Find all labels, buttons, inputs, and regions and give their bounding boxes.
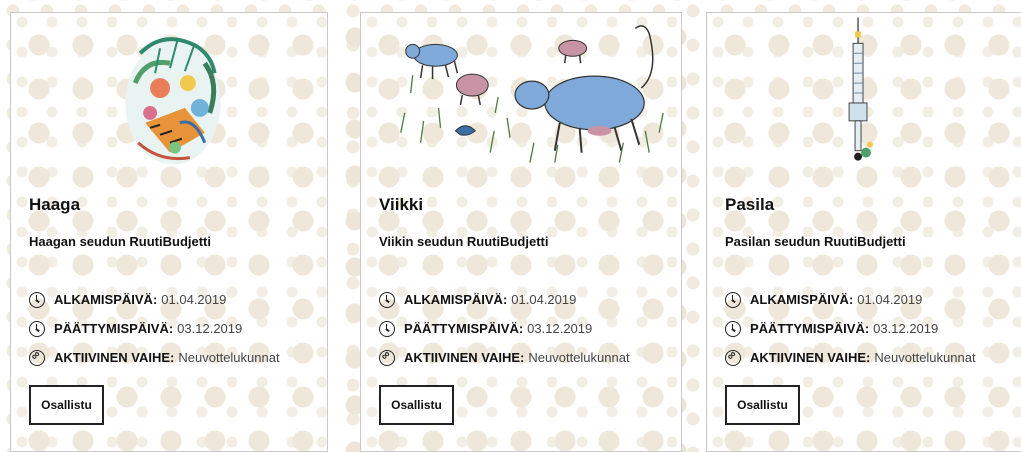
jungle-tiger-illustration xyxy=(125,37,221,165)
project-card-pasila[interactable]: Pasila Pasilan seudun RuutiBudjetti ALKA… xyxy=(706,12,1021,452)
start-date-value: 01.04.2019 xyxy=(511,292,577,307)
start-date-row: ALKAMISPÄIVÄ: 01.04.2019 xyxy=(725,285,976,314)
phase-row: AKTIIVINEN VAIHE: Neuvottelukunnat xyxy=(725,343,976,372)
phase-row: AKTIIVINEN VAIHE: Neuvottelukunnat xyxy=(29,343,280,372)
clock-icon xyxy=(725,291,741,308)
start-date-label: ALKAMISPÄIVÄ: xyxy=(404,292,508,307)
phase-value: Neuvottelukunnat xyxy=(528,350,630,365)
end-date-value: 03.12.2019 xyxy=(527,321,593,336)
start-date-label: ALKAMISPÄIVÄ: xyxy=(750,292,854,307)
card-meta: ALKAMISPÄIVÄ: 01.04.2019 PÄÄTTYMISPÄIVÄ:… xyxy=(725,285,976,372)
start-date-row: ALKAMISPÄIVÄ: 01.04.2019 xyxy=(29,285,280,314)
tv-tower-illustration xyxy=(848,17,873,161)
start-date-row: ALKAMISPÄIVÄ: 01.04.2019 xyxy=(379,285,630,314)
card-title: Haaga xyxy=(29,195,81,214)
card-subtitle: Haagan seudun RuutiBudjetti xyxy=(29,234,211,249)
end-date-value: 03.12.2019 xyxy=(177,321,243,336)
card-subtitle: Pasilan seudun RuutiBudjetti xyxy=(725,234,906,249)
phase-value: Neuvottelukunnat xyxy=(874,350,976,365)
project-card-haaga[interactable]: Haaga Haagan seudun RuutiBudjetti ALKAMI… xyxy=(10,12,328,452)
start-date-value: 01.04.2019 xyxy=(857,292,923,307)
end-date-value: 03.12.2019 xyxy=(873,321,939,336)
end-date-label: PÄÄTTYMISPÄIVÄ: xyxy=(404,321,524,336)
clock-icon xyxy=(725,320,741,337)
start-date-label: ALKAMISPÄIVÄ: xyxy=(54,292,158,307)
card-meta: ALKAMISPÄIVÄ: 01.04.2019 PÄÄTTYMISPÄIVÄ:… xyxy=(379,285,630,372)
clock-icon xyxy=(29,291,45,308)
clock-icon xyxy=(379,320,395,337)
clock-icon xyxy=(29,320,45,337)
link-icon xyxy=(29,349,45,366)
phase-value: Neuvottelukunnat xyxy=(178,350,280,365)
link-icon xyxy=(725,349,741,366)
phase-label: AKTIIVINEN VAIHE: xyxy=(750,350,871,365)
project-card-viikki[interactable]: Viikki Viikin seudun RuutiBudjetti ALKAM… xyxy=(360,12,682,452)
end-date-row: PÄÄTTYMISPÄIVÄ: 03.12.2019 xyxy=(29,314,280,343)
phase-row: AKTIIVINEN VAIHE: Neuvottelukunnat xyxy=(379,343,630,372)
participate-button[interactable]: Osallistu xyxy=(29,385,104,425)
cows-field-illustration xyxy=(400,25,664,163)
phase-label: AKTIIVINEN VAIHE: xyxy=(404,350,525,365)
card-title: Pasila xyxy=(725,195,775,214)
card-meta: ALKAMISPÄIVÄ: 01.04.2019 PÄÄTTYMISPÄIVÄ:… xyxy=(29,285,280,372)
clock-icon xyxy=(379,291,395,308)
start-date-value: 01.04.2019 xyxy=(161,292,227,307)
participate-button[interactable]: Osallistu xyxy=(725,385,800,425)
card-title: Viikki xyxy=(379,195,424,214)
participate-button[interactable]: Osallistu xyxy=(379,385,454,425)
end-date-label: PÄÄTTYMISPÄIVÄ: xyxy=(750,321,870,336)
end-date-row: PÄÄTTYMISPÄIVÄ: 03.12.2019 xyxy=(379,314,630,343)
phase-label: AKTIIVINEN VAIHE: xyxy=(54,350,175,365)
card-subtitle: Viikin seudun RuutiBudjetti xyxy=(379,234,549,249)
link-icon xyxy=(379,349,395,366)
end-date-label: PÄÄTTYMISPÄIVÄ: xyxy=(54,321,174,336)
end-date-row: PÄÄTTYMISPÄIVÄ: 03.12.2019 xyxy=(725,314,976,343)
